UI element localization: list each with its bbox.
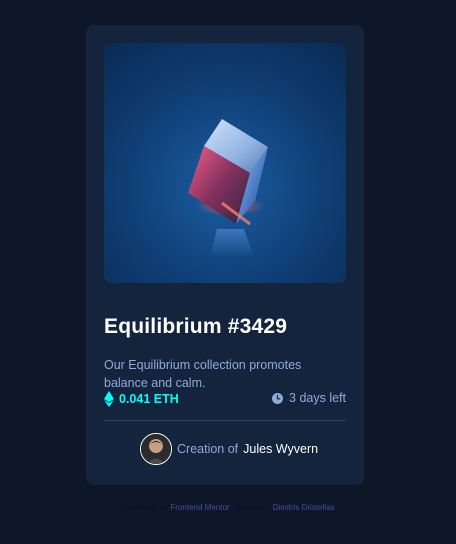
nft-time-left-value: 3 days left <box>289 391 346 405</box>
nft-card: Equilibrium #3429 Our Equilibrium collec… <box>86 25 364 485</box>
ethereum-icon <box>104 391 114 407</box>
creator-portrait <box>141 434 171 464</box>
clock-icon <box>272 392 284 404</box>
creator-row: Creation of Jules Wyvern <box>140 433 318 465</box>
attribution-prefix: Challenge by <box>121 503 169 512</box>
nft-description: Our Equilibrium collection promotes bala… <box>104 357 302 390</box>
nft-time-left: 3 days left <box>272 391 346 405</box>
card-divider <box>104 420 346 421</box>
nft-image[interactable] <box>104 43 346 283</box>
nft-title[interactable]: Equilibrium #3429 <box>104 315 287 339</box>
creator-prefix: Creation of <box>177 442 239 456</box>
author-link[interactable]: Dimitris Dristellas <box>273 503 335 512</box>
cube-illustration <box>188 119 268 257</box>
nft-price-value: 0.041 ETH <box>119 392 179 406</box>
attribution: Challenge by Frontend Mentor . Coded by … <box>0 503 456 512</box>
creator-avatar <box>140 433 172 465</box>
creator-name-link[interactable]: Jules Wyvern <box>243 442 318 456</box>
nft-price: 0.041 ETH <box>104 391 179 407</box>
attribution-middle: . Coded by <box>231 503 271 512</box>
frontend-mentor-link[interactable]: Frontend Mentor <box>170 503 229 512</box>
